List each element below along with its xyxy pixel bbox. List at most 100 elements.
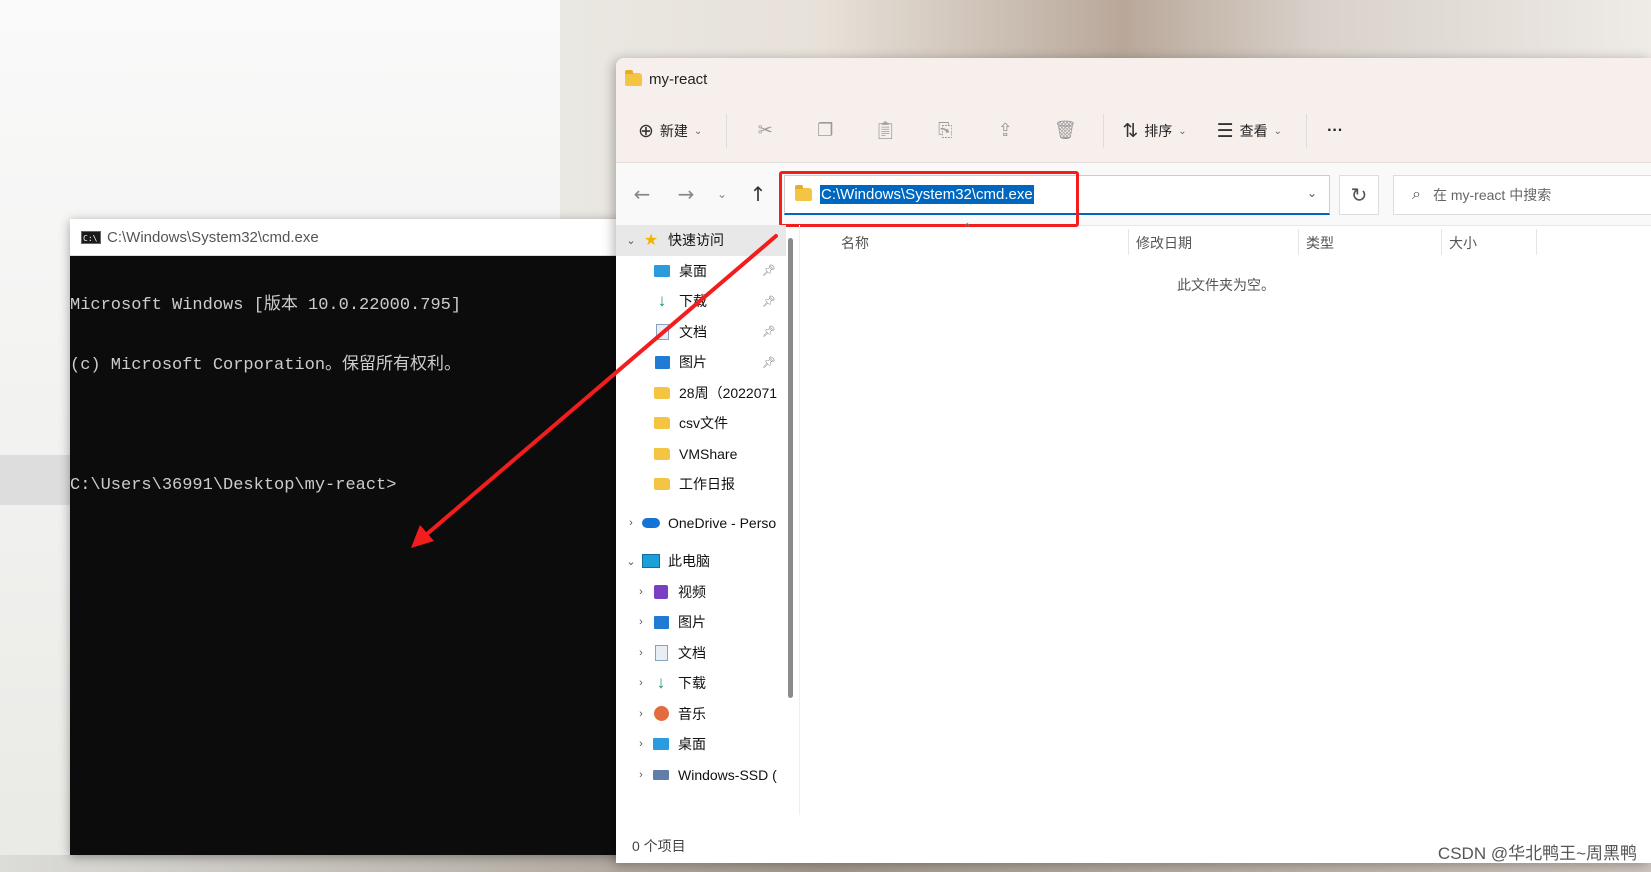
sidebar-label: 下载 [679, 293, 707, 310]
sidebar-item-desktop[interactable]: › 桌面 [616, 729, 786, 760]
copy-icon[interactable]: ❐ [813, 119, 837, 143]
expand-chevron-icon[interactable]: › [634, 708, 648, 720]
sidebar-item-pictures[interactable]: 图片 📌︎ [616, 347, 786, 378]
pin-icon[interactable]: 📌︎ [762, 295, 776, 308]
column-name[interactable]: 名称 [841, 233, 869, 253]
sidebar-item-downloads[interactable]: › ↓ 下载 [616, 668, 786, 699]
toolbar-divider [726, 114, 728, 148]
cmd-icon: C:\ [81, 230, 101, 244]
view-label: 查看 [1239, 123, 1268, 139]
sidebar-label: 视频 [678, 583, 706, 600]
rename-icon[interactable]: ⎘ [933, 119, 957, 143]
navigation-bar: ← → ⌄ ↑ C:\Windows\System32\cmd.exe ⌄ ↻ … [616, 163, 1651, 227]
navigation-pane[interactable]: ⌄ ★ 快速访问 桌面 📌︎ ↓ 下载 📌︎ 文档 📌︎ 图片 📌︎ 28周（2… [616, 225, 786, 825]
sidebar-label: 图片 [678, 614, 706, 631]
plus-circle-icon: ⊕ [638, 120, 654, 142]
explorer-title: my-react [649, 70, 708, 88]
search-icon: ⌕ [1412, 186, 1421, 203]
column-divider[interactable] [1441, 229, 1442, 255]
expand-chevron-icon[interactable]: › [624, 517, 638, 529]
sidebar-label: OneDrive - Perso [668, 514, 777, 531]
explorer-titlebar[interactable]: my-react [616, 58, 1651, 100]
delete-icon[interactable]: 🗑︎ [1053, 119, 1077, 143]
sidebar-item-folder[interactable]: 28周（2022071 [616, 378, 786, 409]
pin-icon[interactable]: 📌︎ [762, 264, 776, 277]
back-arrow-icon[interactable]: ← [620, 182, 664, 206]
sidebar-item-music[interactable]: › 音乐 [616, 699, 786, 730]
pin-icon[interactable]: 📌︎ [762, 325, 776, 338]
recent-chevron-icon[interactable]: ⌄ [708, 187, 736, 201]
paste-icon[interactable]: 📋︎ [873, 119, 897, 143]
sidebar-label: 28周（2022071 [679, 384, 778, 401]
sidebar-label: 音乐 [678, 705, 706, 722]
star-icon: ★ [643, 232, 659, 250]
document-icon [652, 644, 670, 661]
refresh-icon[interactable]: ↻ [1339, 175, 1379, 215]
expand-chevron-icon[interactable]: › [634, 647, 648, 659]
sidebar-label: csv文件 [679, 415, 728, 432]
console-line: Microsoft Windows [版本 10.0.22000.795] [70, 296, 462, 315]
toolbar-divider [1103, 114, 1105, 148]
share-icon[interactable]: ⇪ [993, 119, 1017, 143]
expand-chevron-icon[interactable]: ⌄ [624, 234, 638, 247]
chevron-down-icon[interactable]: ⌄ [1307, 186, 1317, 200]
expand-chevron-icon[interactable]: › [634, 738, 648, 750]
sidebar-label: 文档 [679, 323, 707, 340]
sidebar-item-downloads[interactable]: ↓ 下载 📌︎ [616, 286, 786, 317]
pin-icon[interactable]: 📌︎ [762, 356, 776, 369]
up-arrow-icon[interactable]: ↑ [736, 182, 780, 206]
column-date[interactable]: 修改日期 [1136, 233, 1192, 253]
expand-chevron-icon[interactable]: › [634, 616, 648, 628]
document-icon [653, 323, 671, 340]
sidebar-label: 文档 [678, 644, 706, 661]
new-button[interactable]: ⊕ 新建 ⌄ [638, 120, 702, 143]
sidebar-item-folder[interactable]: VMShare [616, 439, 786, 470]
sidebar-scrollbar[interactable] [788, 238, 793, 698]
column-header-row: ^ 名称 修改日期 类型 大小 [801, 222, 1651, 257]
expand-chevron-icon[interactable]: ⌄ [624, 555, 638, 568]
sort-icon: ⇅ [1122, 120, 1139, 142]
sort-caret-icon: ^ [965, 222, 970, 233]
cmd-console[interactable]: Microsoft Windows [版本 10.0.22000.795] (c… [70, 256, 630, 536]
forward-arrow-icon[interactable]: → [664, 182, 708, 206]
sidebar-item-folder[interactable]: 工作日报 [616, 469, 786, 500]
more-options-button[interactable]: ··· [1327, 122, 1343, 140]
sidebar-item-pictures[interactable]: › 图片 [616, 607, 786, 638]
search-box[interactable]: ⌕ 在 my-react 中搜索 [1393, 175, 1651, 215]
folder-icon [653, 446, 671, 462]
chevron-down-icon: ⌄ [1273, 125, 1283, 137]
file-list[interactable]: ^ 名称 修改日期 类型 大小 此文件夹为空。 [801, 222, 1651, 825]
download-icon: ↓ [657, 291, 667, 311]
sidebar-label: 下载 [678, 675, 706, 692]
pane-divider [799, 225, 800, 815]
sidebar-this-pc[interactable]: ⌄ 此电脑 [616, 546, 786, 577]
column-type[interactable]: 类型 [1306, 233, 1334, 253]
music-icon [652, 706, 670, 722]
view-button[interactable]: ☰ 查看 ⌄ [1217, 120, 1282, 143]
column-divider[interactable] [1128, 229, 1129, 255]
sidebar-onedrive[interactable]: › OneDrive - Perso [616, 508, 786, 539]
sidebar-item-drive[interactable]: › Windows-SSD ( [616, 760, 786, 791]
toolbar-divider [1306, 114, 1308, 148]
expand-chevron-icon[interactable]: › [634, 586, 648, 598]
expand-chevron-icon[interactable]: › [634, 677, 648, 689]
explorer-window[interactable]: my-react ⊕ 新建 ⌄ ✂ ❐ 📋︎ ⎘ ⇪ 🗑︎ ⇅ 排序 ⌄ ☰ 查… [616, 58, 1651, 863]
sort-button[interactable]: ⇅ 排序 ⌄ [1122, 120, 1186, 143]
desktop-icon [652, 736, 670, 752]
cmd-titlebar[interactable]: C:\ C:\Windows\System32\cmd.exe [70, 219, 630, 256]
column-divider[interactable] [1536, 229, 1537, 255]
sidebar-item-documents[interactable]: › 文档 [616, 638, 786, 669]
view-list-icon: ☰ [1216, 120, 1234, 142]
sidebar-item-folder[interactable]: csv文件 [616, 408, 786, 439]
sidebar-item-documents[interactable]: 文档 📌︎ [616, 317, 786, 348]
cloud-icon [642, 515, 660, 531]
column-divider[interactable] [1298, 229, 1299, 255]
sidebar-item-videos[interactable]: › 视频 [616, 577, 786, 608]
column-size[interactable]: 大小 [1449, 233, 1477, 253]
sidebar-item-desktop[interactable]: 桌面 📌︎ [616, 256, 786, 287]
desktop-icon [653, 263, 671, 279]
sidebar-quick-access[interactable]: ⌄ ★ 快速访问 [616, 225, 786, 256]
cmd-window[interactable]: C:\ C:\Windows\System32\cmd.exe Microsof… [70, 219, 630, 855]
cut-icon[interactable]: ✂ [753, 119, 777, 143]
expand-chevron-icon[interactable]: › [634, 769, 648, 781]
